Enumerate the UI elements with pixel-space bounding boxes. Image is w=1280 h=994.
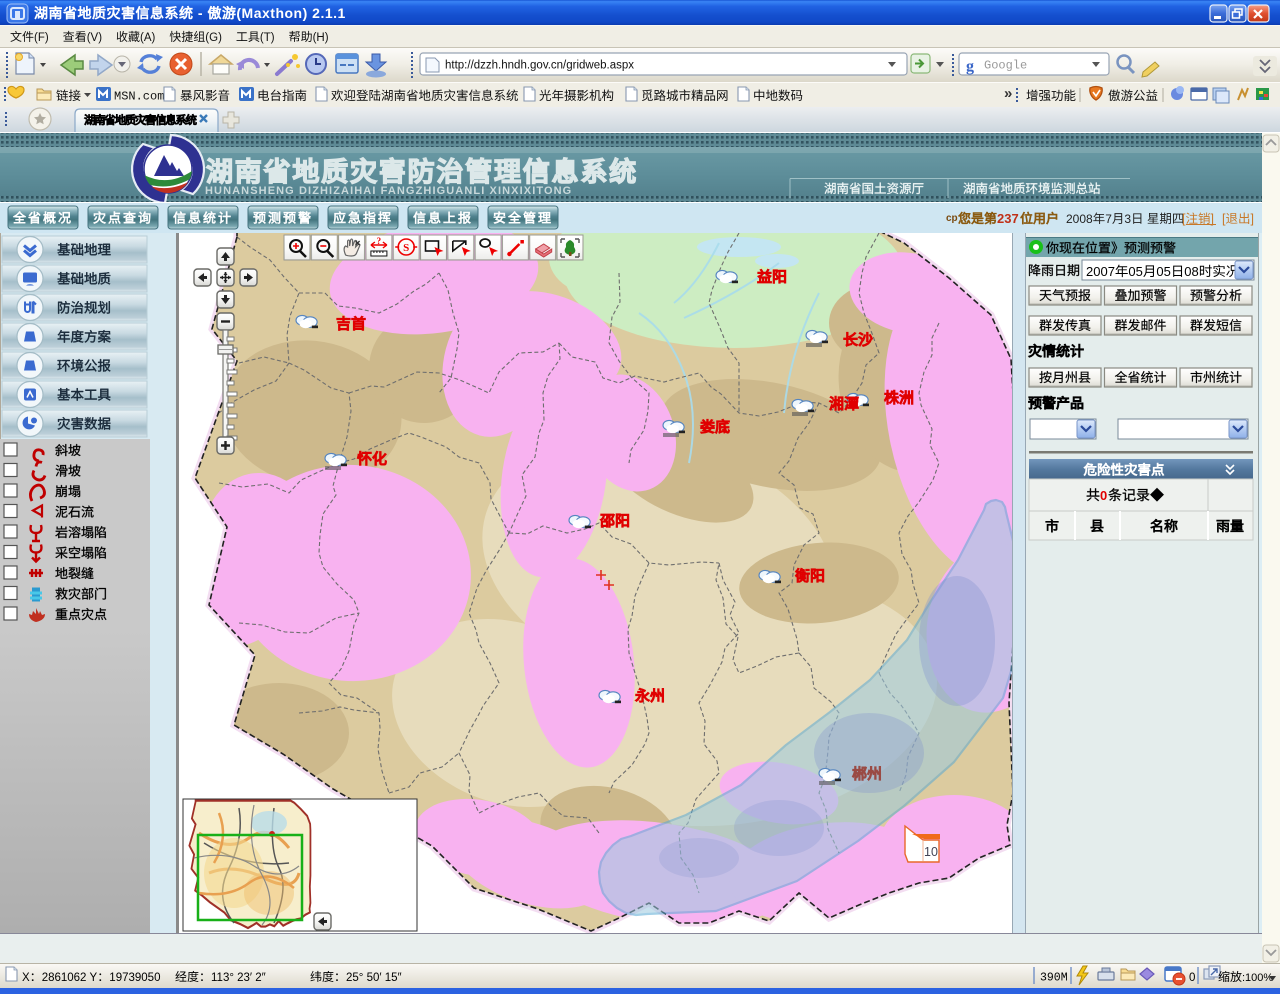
svg-text:cp: cp xyxy=(946,213,958,224)
svg-text:390M: 390M xyxy=(1040,972,1068,985)
svg-text:(T): (T) xyxy=(260,32,275,44)
svg-text:]: ] xyxy=(1251,212,1254,226)
svg-text::100%: :100% xyxy=(1242,972,1273,984)
svg-text:http://dzzh.hndh.gov.cn/gridwe: http://dzzh.hndh.gov.cn/gridweb.aspx xyxy=(445,60,634,72)
svg-text:10: 10 xyxy=(924,845,938,859)
svg-text:(H): (H) xyxy=(313,32,329,44)
svg-text:(F): (F) xyxy=(34,32,49,44)
svg-text:08: 08 xyxy=(1184,264,1198,279)
svg-text:2861062 Y: 2861062 Y xyxy=(42,972,98,984)
svg-text:05: 05 xyxy=(1156,264,1170,279)
svg-text:3: 3 xyxy=(1124,212,1131,226)
svg-text:(A): (A) xyxy=(140,32,156,44)
svg-text:2008: 2008 xyxy=(1066,212,1093,226)
svg-text:19739050: 19739050 xyxy=(109,972,160,984)
svg-text:2007: 2007 xyxy=(1086,264,1115,279)
svg-text:0: 0 xyxy=(1100,488,1107,503)
svg-text:HUNANSHENG DIZHIZAIHAI FANGZHI: HUNANSHENG DIZHIZAIHAI FANGZHIGUANLI XIN… xyxy=(205,185,572,197)
svg-text:113° 23′ 2″: 113° 23′ 2″ xyxy=(211,972,266,984)
svg-text:g: g xyxy=(966,58,974,75)
svg-text:(Maxthon) 2.1.1: (Maxthon) 2.1.1 xyxy=(236,5,345,21)
svg-text:»: » xyxy=(1004,85,1012,102)
svg-text:?: ? xyxy=(377,236,382,246)
svg-text:-: - xyxy=(194,5,208,21)
svg-text:MSN.com: MSN.com xyxy=(114,90,164,104)
svg-text:(V): (V) xyxy=(87,32,103,44)
svg-text:X: X xyxy=(22,972,30,984)
svg-text:25° 50′ 15″: 25° 50′ 15″ xyxy=(346,972,402,984)
svg-text:Google: Google xyxy=(984,59,1027,73)
svg-text:(G): (G) xyxy=(205,32,222,44)
svg-text:0: 0 xyxy=(1189,972,1195,984)
svg-text:7: 7 xyxy=(1105,212,1112,226)
svg-text:[: [ xyxy=(1182,212,1186,226)
svg-text:237: 237 xyxy=(997,211,1019,226)
svg-text:[: [ xyxy=(1222,212,1226,226)
svg-text:]: ] xyxy=(1211,212,1214,226)
svg-text:S: S xyxy=(403,242,409,254)
svg-text:05: 05 xyxy=(1128,264,1142,279)
